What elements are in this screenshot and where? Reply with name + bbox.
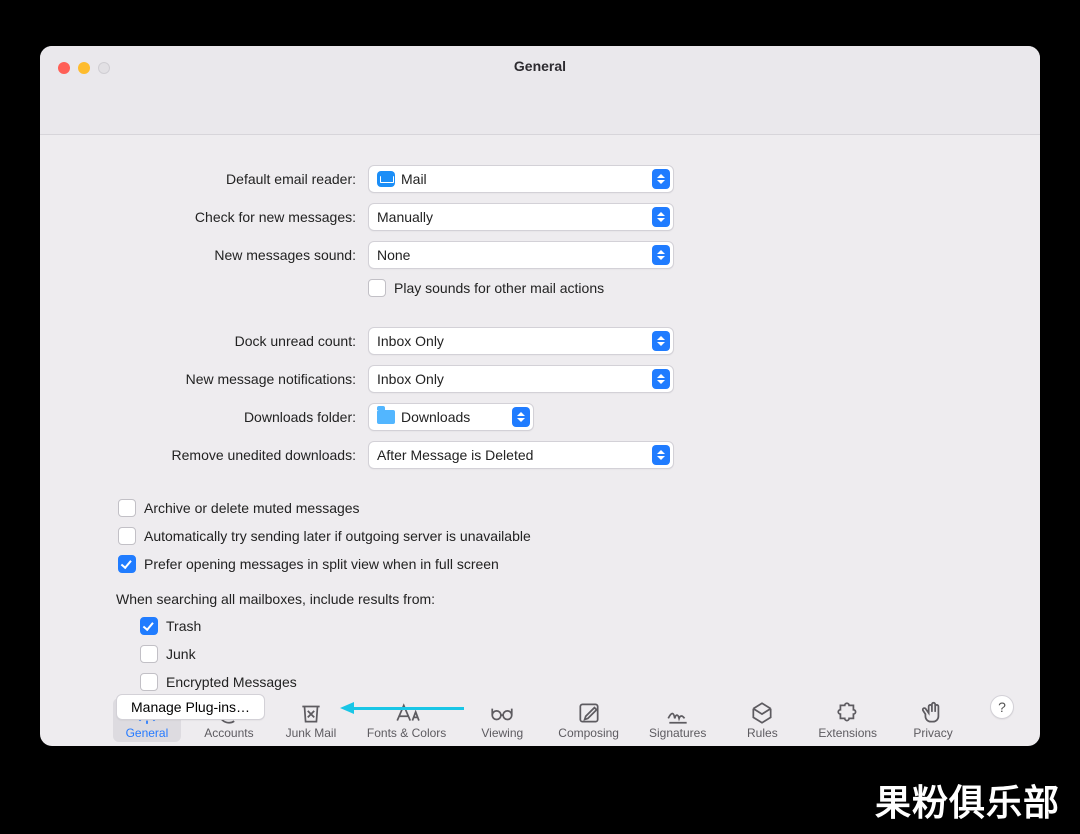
tab-label: Extensions (818, 726, 877, 740)
remove-downloads-popup[interactable]: After Message is Deleted (368, 441, 674, 469)
chevron-updown-icon (652, 331, 670, 351)
tab-label: Composing (558, 726, 619, 740)
new-sound-popup[interactable]: None (368, 241, 674, 269)
arrow-left-icon (340, 702, 354, 714)
popup-value: Manually (377, 209, 433, 225)
tab-label: Rules (747, 726, 778, 740)
tab-label: Viewing (481, 726, 523, 740)
downloads-folder-popup[interactable]: Downloads (368, 403, 534, 431)
window-title: General (40, 58, 1040, 74)
popup-value: Mail (401, 171, 427, 187)
tab-label: Signatures (649, 726, 706, 740)
dock-count-popup[interactable]: Inbox Only (368, 327, 674, 355)
chevron-updown-icon (652, 169, 670, 189)
mail-app-icon (377, 171, 395, 187)
tab-label: Junk Mail (286, 726, 337, 740)
chevron-updown-icon (652, 207, 670, 227)
notifications-popup[interactable]: Inbox Only (368, 365, 674, 393)
popup-value: Inbox Only (377, 333, 444, 349)
chevron-updown-icon (652, 369, 670, 389)
chevron-updown-icon (652, 245, 670, 265)
popup-value: Downloads (401, 409, 470, 425)
chevron-updown-icon (652, 445, 670, 465)
popup-value: After Message is Deleted (377, 447, 533, 463)
help-button[interactable]: ? (990, 695, 1014, 719)
popup-value: None (377, 247, 410, 263)
folder-icon (377, 410, 395, 424)
chevron-updown-icon (512, 407, 530, 427)
annotation-arrow (340, 702, 464, 714)
tab-label: General (126, 726, 169, 740)
tab-label: Accounts (204, 726, 253, 740)
tab-label: Privacy (913, 726, 952, 740)
popup-value: Inbox Only (377, 371, 444, 387)
manage-plugins-button[interactable]: Manage Plug-ins… (116, 694, 265, 720)
watermark-text: 果粉俱乐部 (875, 774, 1060, 826)
footer: Manage Plug-ins… ? (116, 694, 1014, 720)
preferences-window: General General Accounts (40, 46, 1040, 746)
titlebar: General General Accounts (40, 46, 1040, 135)
tab-label: Fonts & Colors (367, 726, 446, 740)
check-messages-popup[interactable]: Manually (368, 203, 674, 231)
default-reader-popup[interactable]: Mail (368, 165, 674, 193)
